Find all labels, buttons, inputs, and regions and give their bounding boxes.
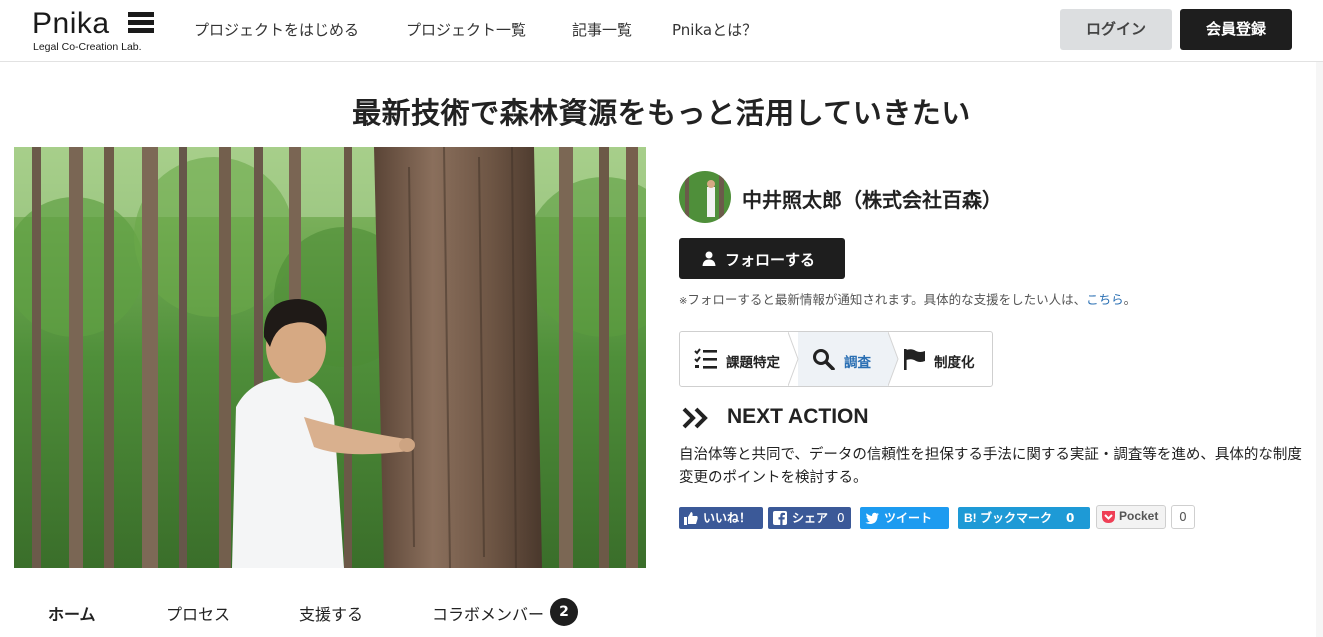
- logo-bars-icon: [128, 12, 154, 34]
- twitter-bird-icon: [865, 512, 879, 524]
- checklist-icon: [694, 348, 717, 369]
- step-label: 制度化: [934, 355, 975, 371]
- facebook-icon: [773, 511, 787, 525]
- nav-start-project[interactable]: プロジェクトをはじめる: [194, 20, 359, 40]
- nav-project-list[interactable]: プロジェクト一覧: [406, 20, 526, 40]
- follow-note: ※フォローすると最新情報が通知されます。具体的な支援をしたい人は、こちら。: [679, 289, 1136, 308]
- process-steps: 課題特定 調査 制度化: [679, 331, 993, 387]
- tweet-button[interactable]: ツイート: [860, 507, 949, 529]
- follow-note-end: 。: [1123, 292, 1137, 307]
- facebook-share-count: 0: [837, 511, 845, 525]
- site-header: Pnika Legal Co-Creation Lab. プロジェクトをはじめる…: [0, 0, 1323, 62]
- tab-collab-members[interactable]: コラボメンバー: [432, 601, 544, 625]
- site-logo[interactable]: Pnika Legal Co-Creation Lab.: [32, 8, 158, 54]
- hatena-count: 0: [1066, 511, 1075, 525]
- pocket-label: Pocket: [1119, 509, 1159, 523]
- collab-member-count-badge: 2: [550, 598, 578, 626]
- step-institutionalization[interactable]: 制度化: [888, 332, 992, 386]
- project-photo: [14, 147, 646, 568]
- step-issue-identification[interactable]: 課題特定: [680, 332, 798, 386]
- double-chevron-icon: [682, 407, 708, 429]
- author-avatar[interactable]: [679, 171, 731, 223]
- facebook-share-label: シェア: [792, 511, 829, 525]
- logo-tagline: Legal Co-Creation Lab.: [33, 41, 142, 53]
- next-action-title: NEXT ACTION: [727, 405, 869, 428]
- facebook-like-button[interactable]: いいね！: [679, 507, 763, 529]
- tab-support[interactable]: 支援する: [299, 601, 363, 625]
- flag-icon: [904, 349, 925, 370]
- page-scrollbar[interactable]: [1316, 62, 1323, 637]
- like-label: いいね！: [703, 511, 752, 525]
- hatena-icon: B!: [964, 511, 977, 525]
- follow-button[interactable]: フォローする: [679, 238, 845, 279]
- person-icon: [702, 251, 716, 266]
- tab-process[interactable]: プロセス: [166, 601, 230, 625]
- register-button[interactable]: 会員登録: [1180, 9, 1292, 50]
- hatena-label: ブックマーク: [980, 511, 1053, 525]
- logo-wordmark: Pnika: [32, 7, 110, 40]
- step-research[interactable]: 調査: [798, 332, 888, 386]
- thumbs-up-icon: [684, 512, 698, 525]
- follow-note-text: フォローすると最新情報が通知されます。具体的な支援をしたい人は、: [687, 292, 1087, 307]
- step-divider: [788, 332, 799, 386]
- step-label: 調査: [844, 355, 871, 371]
- hatena-bookmark-button[interactable]: B! ブックマーク 0: [958, 507, 1090, 529]
- author-name[interactable]: 中井照太郎（株式会社百森）: [742, 184, 1002, 213]
- nav-articles[interactable]: 記事一覧: [572, 20, 632, 40]
- pocket-button[interactable]: Pocket: [1096, 505, 1166, 529]
- follow-button-label: フォローする: [725, 251, 816, 269]
- facebook-share-button[interactable]: シェア 0: [768, 507, 851, 529]
- search-icon: [813, 349, 835, 370]
- tab-home[interactable]: ホーム: [48, 601, 96, 625]
- pocket-count: 0: [1171, 505, 1195, 529]
- support-link[interactable]: こちら: [1086, 292, 1124, 307]
- login-button[interactable]: ログイン: [1060, 9, 1172, 50]
- tweet-label: ツイート: [884, 511, 933, 525]
- page-title: 最新技術で森林資源をもっと活用していきたい: [352, 96, 971, 130]
- nav-about[interactable]: Pnikaとは？: [672, 20, 757, 40]
- next-action-text: 自治体等と共同で、データの信頼性を担保する手法に関する実証・調査等を進め、具体的…: [679, 447, 1302, 486]
- pocket-icon: [1102, 511, 1115, 523]
- step-label: 課題特定: [726, 355, 780, 371]
